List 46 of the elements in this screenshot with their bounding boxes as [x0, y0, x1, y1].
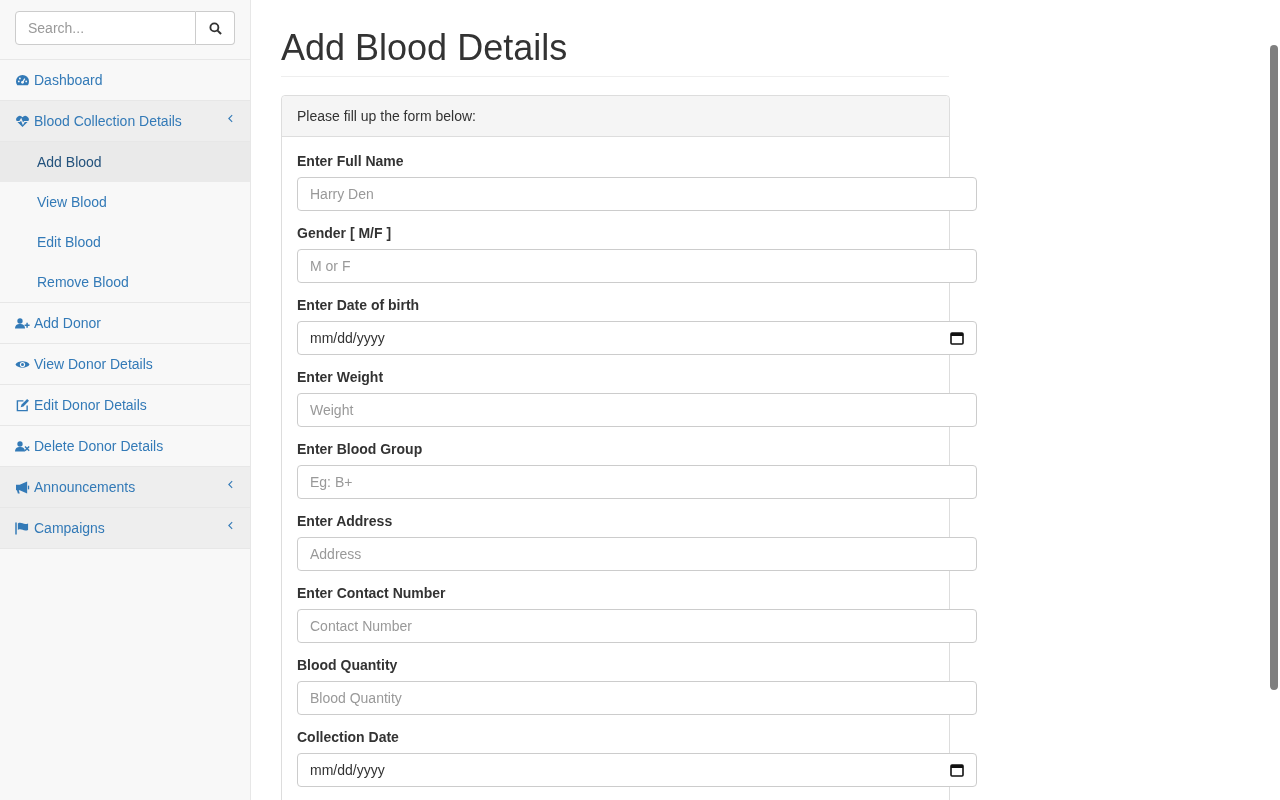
- scrollbar-thumb[interactable]: [1270, 45, 1278, 690]
- chevron-left-icon: [228, 479, 233, 489]
- input-field[interactable]: Harry Den: [297, 176, 977, 211]
- sidebar-subitem[interactable]: Remove Blood: [0, 262, 250, 302]
- input-field[interactable]: M or F: [297, 248, 977, 283]
- heartbeat-icon: [15, 114, 30, 128]
- field-label: Enter Date of birth: [297, 295, 421, 314]
- megaphone-icon: [15, 480, 30, 494]
- sidebar-item[interactable]: View Donor Details: [0, 344, 250, 385]
- field-label: Gender [ M/F ]: [297, 223, 393, 242]
- field-label: Enter Address: [297, 511, 394, 530]
- input-field[interactable]: Weight: [297, 392, 977, 427]
- date-field[interactable]: mm/dd/yyyy: [297, 752, 977, 787]
- flag-icon: [15, 521, 30, 535]
- search-icon: [208, 21, 222, 35]
- field-label: Enter Full Name: [297, 151, 405, 170]
- field-label: Blood Quantity: [297, 655, 399, 674]
- sidebar-subitem[interactable]: Edit Blood: [0, 222, 250, 262]
- user-times-icon: [15, 439, 30, 453]
- edit-icon: [15, 398, 30, 412]
- panel-heading: Please fill up the form below:: [282, 95, 949, 137]
- calendar-icon: [950, 762, 964, 777]
- field-label: Collection Date: [297, 727, 400, 746]
- chevron-left-icon: [228, 520, 233, 530]
- sidebar-item[interactable]: Add Donor: [0, 303, 250, 344]
- date-field[interactable]: mm/dd/yyyy: [297, 320, 977, 355]
- sidebar-subitem[interactable]: Add Blood: [0, 142, 250, 182]
- sidebar-item[interactable]: Edit Donor Details: [0, 385, 250, 426]
- input-field[interactable]: Blood Quantity: [297, 680, 977, 715]
- sidebar-group[interactable]: Campaigns: [0, 508, 250, 549]
- field-label: Enter Contact Number: [297, 583, 447, 602]
- input-field[interactable]: Contact Number: [297, 608, 977, 643]
- search-field[interactable]: Search...: [15, 11, 196, 45]
- sidebar-group[interactable]: Blood Collection Details: [0, 101, 250, 142]
- chevron-left-icon: [228, 113, 233, 123]
- calendar-icon: [950, 330, 964, 345]
- page-title: Add Blood Details: [281, 28, 949, 77]
- input-field[interactable]: Eg: B+: [297, 464, 977, 499]
- user-plus-icon: [15, 316, 30, 330]
- dashboard-gauge-icon: [15, 73, 30, 87]
- input-field[interactable]: Address: [297, 536, 977, 571]
- sidebar-subitem[interactable]: View Blood: [0, 182, 250, 222]
- field-label: Enter Weight: [297, 367, 385, 386]
- sidebar-group[interactable]: Announcements: [0, 467, 250, 508]
- field-label: Enter Blood Group: [297, 439, 424, 458]
- search-button[interactable]: [196, 11, 235, 45]
